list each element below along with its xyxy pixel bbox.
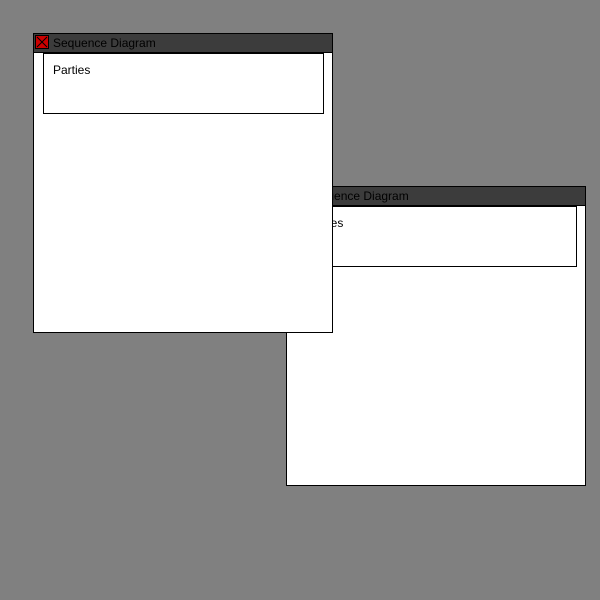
parties-label: Parties [53, 63, 91, 77]
parties-frame: Parties [43, 53, 324, 114]
close-button[interactable] [35, 35, 49, 49]
close-icon [35, 35, 49, 49]
window-title: Sequence Diagram [53, 36, 156, 50]
window-titlebar[interactable]: Sequence Diagram [34, 34, 332, 53]
parties-frame: Parties [296, 206, 577, 267]
sequence-diagram-window-front[interactable]: Sequence Diagram Parties [33, 33, 333, 333]
